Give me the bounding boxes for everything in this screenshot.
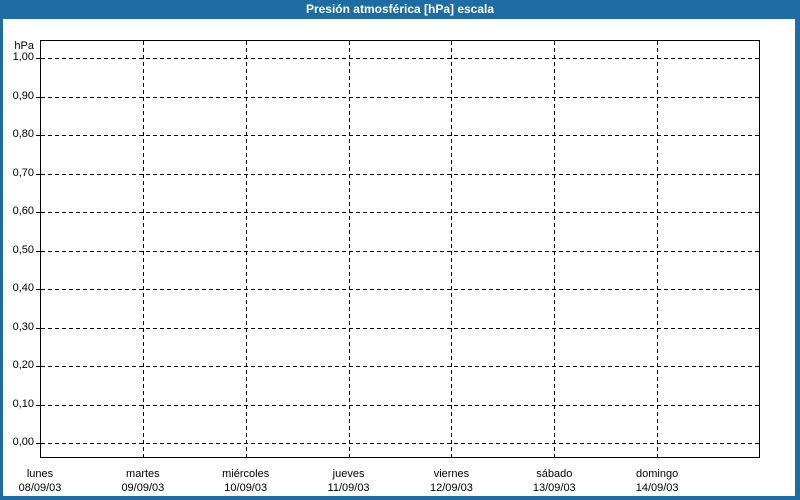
y-axis-tick [36,405,40,406]
h-gridline [41,404,759,406]
y-axis-tick [36,135,40,136]
y-tick-label: 1,00 [12,51,34,63]
y-tick-label: 0,00 [12,436,34,448]
y-tick-label: 0,60 [12,205,34,217]
h-gridline [41,58,759,59]
y-tick-label: 0,20 [12,359,34,371]
h-gridline [41,212,759,213]
h-gridline [41,366,759,367]
y-tick-label: 0,90 [12,90,34,102]
y-axis-tick [36,289,40,290]
v-gridline [657,41,659,457]
h-gridline [41,443,759,444]
y-axis-tick [36,212,40,213]
v-gridline [142,41,144,457]
day-name: domingo [636,468,679,480]
v-gridline [451,41,453,457]
window-border-right [795,19,800,500]
h-gridline [41,250,759,252]
title-bar: Presión atmosférica [hPa] escala [0,0,800,19]
h-gridline [41,327,759,329]
x-day-label: domingo 14/09/03 [597,467,717,495]
y-axis-tick [36,443,40,444]
h-gridline [41,173,759,175]
y-tick-label: 0,30 [12,321,34,333]
y-axis-tick [36,174,40,175]
y-axis-tick [36,366,40,367]
plot-area [40,40,760,458]
y-axis-tick [36,58,40,59]
h-gridline [41,135,759,136]
y-tick-label: 0,40 [12,282,34,294]
y-tick-label: 0,50 [12,244,34,256]
y-tick-label: 0,10 [12,398,34,410]
window-title: Presión atmosférica [hPa] escala [305,2,495,16]
y-axis-tick [36,328,40,329]
window-border-bottom [0,496,800,500]
v-gridline [348,41,350,457]
app-window: Presión atmosférica [hPa] escala hPa 1,0… [0,0,800,500]
y-tick-label: 0,70 [12,167,34,179]
h-gridline [41,96,759,98]
y-axis-tick [36,97,40,98]
y-axis-tick [36,251,40,252]
v-gridline [245,41,247,457]
h-gridline [41,289,759,290]
v-gridline [554,41,556,457]
day-date: 14/09/03 [635,482,679,494]
y-tick-label: 0,80 [12,128,34,140]
